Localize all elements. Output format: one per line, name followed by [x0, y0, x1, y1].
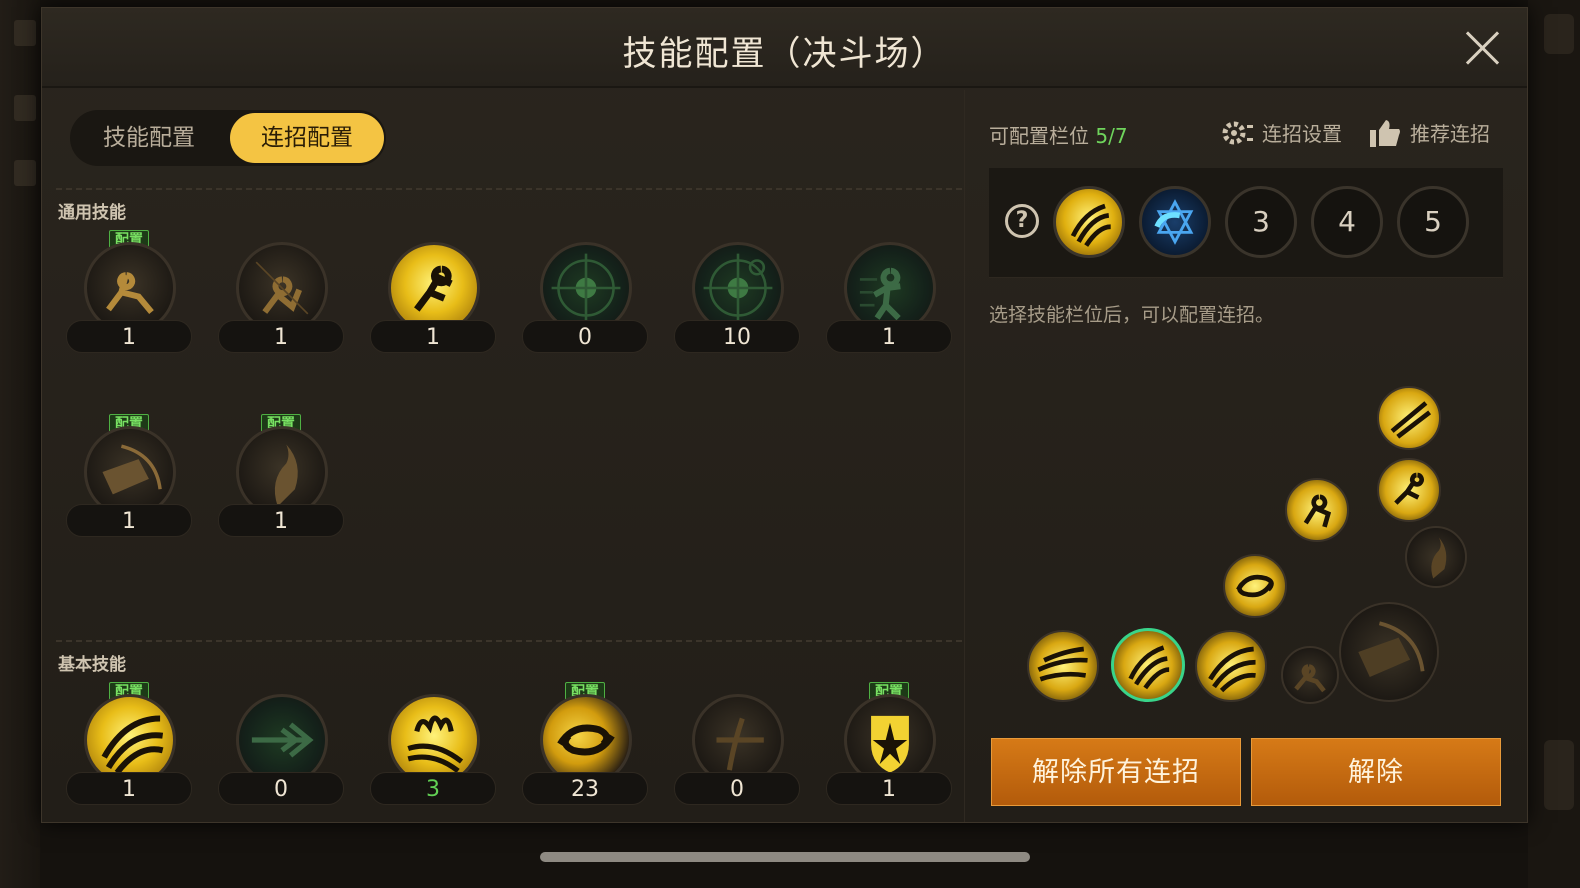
skill-count: 1: [826, 320, 952, 353]
skill-slot: 1: [218, 230, 348, 360]
skill-slot: 配置 1: [66, 682, 196, 812]
combo-slot-bar: ? 3 4 5: [989, 168, 1503, 278]
tree-node-claw[interactable]: [1027, 630, 1099, 702]
background-left: [0, 0, 40, 888]
combo-slot-5[interactable]: 5: [1397, 186, 1469, 258]
skill-count: 23: [522, 772, 648, 805]
skill-count: 1: [218, 504, 344, 537]
skill-count: 0: [522, 320, 648, 353]
combo-settings-label: 连招设置: [1262, 122, 1342, 146]
tree-node-slash[interactable]: [1377, 386, 1441, 450]
hint-text: 选择技能栏位后，可以配置连招。: [989, 304, 1275, 326]
skill-slot: 3: [370, 682, 500, 812]
skill-count: 1: [66, 504, 192, 537]
clear-button[interactable]: 解除: [1251, 738, 1501, 806]
recommend-combo-label: 推荐连招: [1410, 122, 1490, 146]
combo-slot-4[interactable]: 4: [1311, 186, 1383, 258]
general-skills-label: 通用技能: [58, 203, 126, 223]
slots-label: 可配置栏位 5/7: [989, 120, 1128, 149]
tree-node-shield-slash[interactable]: [1339, 602, 1439, 702]
divider: [56, 188, 962, 190]
skill-slot: 配置 23: [522, 682, 652, 812]
skill-slot: 1: [370, 230, 500, 360]
basic-skills-label: 基本技能: [58, 655, 126, 675]
skill-slot: 0: [674, 682, 804, 812]
question-icon[interactable]: ?: [1005, 204, 1039, 238]
combo-slot-3[interactable]: 3: [1225, 186, 1297, 258]
skill-slot: 配置 1: [66, 414, 196, 544]
skill-slot: 10: [674, 230, 804, 360]
skill-slot: 0: [522, 230, 652, 360]
dialog-title: 技能配置（决斗场）: [622, 34, 947, 74]
tab-combo-config[interactable]: 连招配置: [230, 113, 384, 163]
divider: [56, 640, 962, 642]
tree-node-uppercut[interactable]: [1405, 526, 1467, 588]
skill-count: 1: [66, 772, 192, 805]
skill-list-area: 技能配置 连招配置 通用技能 配置 1 1 1 0 10 1 配置 1 配置 1…: [42, 90, 962, 822]
skill-count: 1: [66, 320, 192, 353]
skill-count: 1: [218, 320, 344, 353]
skill-slot: 配置 1: [66, 230, 196, 360]
background-icon: [1544, 740, 1574, 810]
background-icon: [14, 160, 36, 186]
slots-label-text: 可配置栏位: [989, 124, 1089, 148]
background-icon: [14, 20, 36, 46]
tab-bar: 技能配置 连招配置: [70, 110, 386, 166]
skill-count: 1: [826, 772, 952, 805]
skill-config-dialog: 技能配置（决斗场） 技能配置 连招配置 通用技能 配置 1 1 1 0 10 1…: [41, 7, 1528, 823]
skill-count: 3: [370, 772, 496, 805]
tree-node-fallen[interactable]: [1281, 646, 1339, 704]
tree-node-selected[interactable]: [1111, 628, 1185, 702]
claw-slash-icon[interactable]: [1053, 186, 1125, 258]
skill-slot: 配置 1: [218, 414, 348, 544]
thumbs-up-icon: [1368, 118, 1402, 153]
background-icon: [1544, 14, 1574, 54]
recommend-combo-button[interactable]: 推荐连招: [1368, 118, 1490, 153]
tab-skill-config[interactable]: 技能配置: [72, 113, 226, 163]
clear-all-combos-button[interactable]: 解除所有连招: [991, 738, 1241, 806]
slots-value: 5/7: [1095, 124, 1128, 148]
background-right: [1528, 0, 1580, 888]
skill-count: 0: [218, 772, 344, 805]
blue-star-icon[interactable]: [1139, 186, 1211, 258]
tree-node-dash[interactable]: [1377, 458, 1441, 522]
skill-slot: 0: [218, 682, 348, 812]
tree-node-triple-slash[interactable]: [1195, 630, 1267, 702]
background-icon: [14, 95, 36, 121]
skill-count: 10: [674, 320, 800, 353]
skill-count: 0: [674, 772, 800, 805]
combo-settings-button[interactable]: 连招设置: [1220, 118, 1342, 152]
skill-slot: 1: [826, 230, 956, 360]
title-bar: 技能配置（决斗场）: [42, 8, 1527, 88]
combo-tree: [965, 370, 1528, 730]
tree-node-whirlwind[interactable]: [1223, 554, 1287, 618]
gear-icon: [1220, 119, 1254, 152]
combo-config-area: 可配置栏位 5/7 连招设置 推荐连招 ? 3 4 5 选择技能栏位后，可以配置…: [964, 90, 1527, 822]
home-indicator[interactable]: [540, 852, 1030, 862]
tree-node-crouch[interactable]: [1285, 478, 1349, 542]
skill-count: 1: [370, 320, 496, 353]
skill-slot: 配置 1: [826, 682, 956, 812]
close-icon[interactable]: [1461, 26, 1505, 70]
